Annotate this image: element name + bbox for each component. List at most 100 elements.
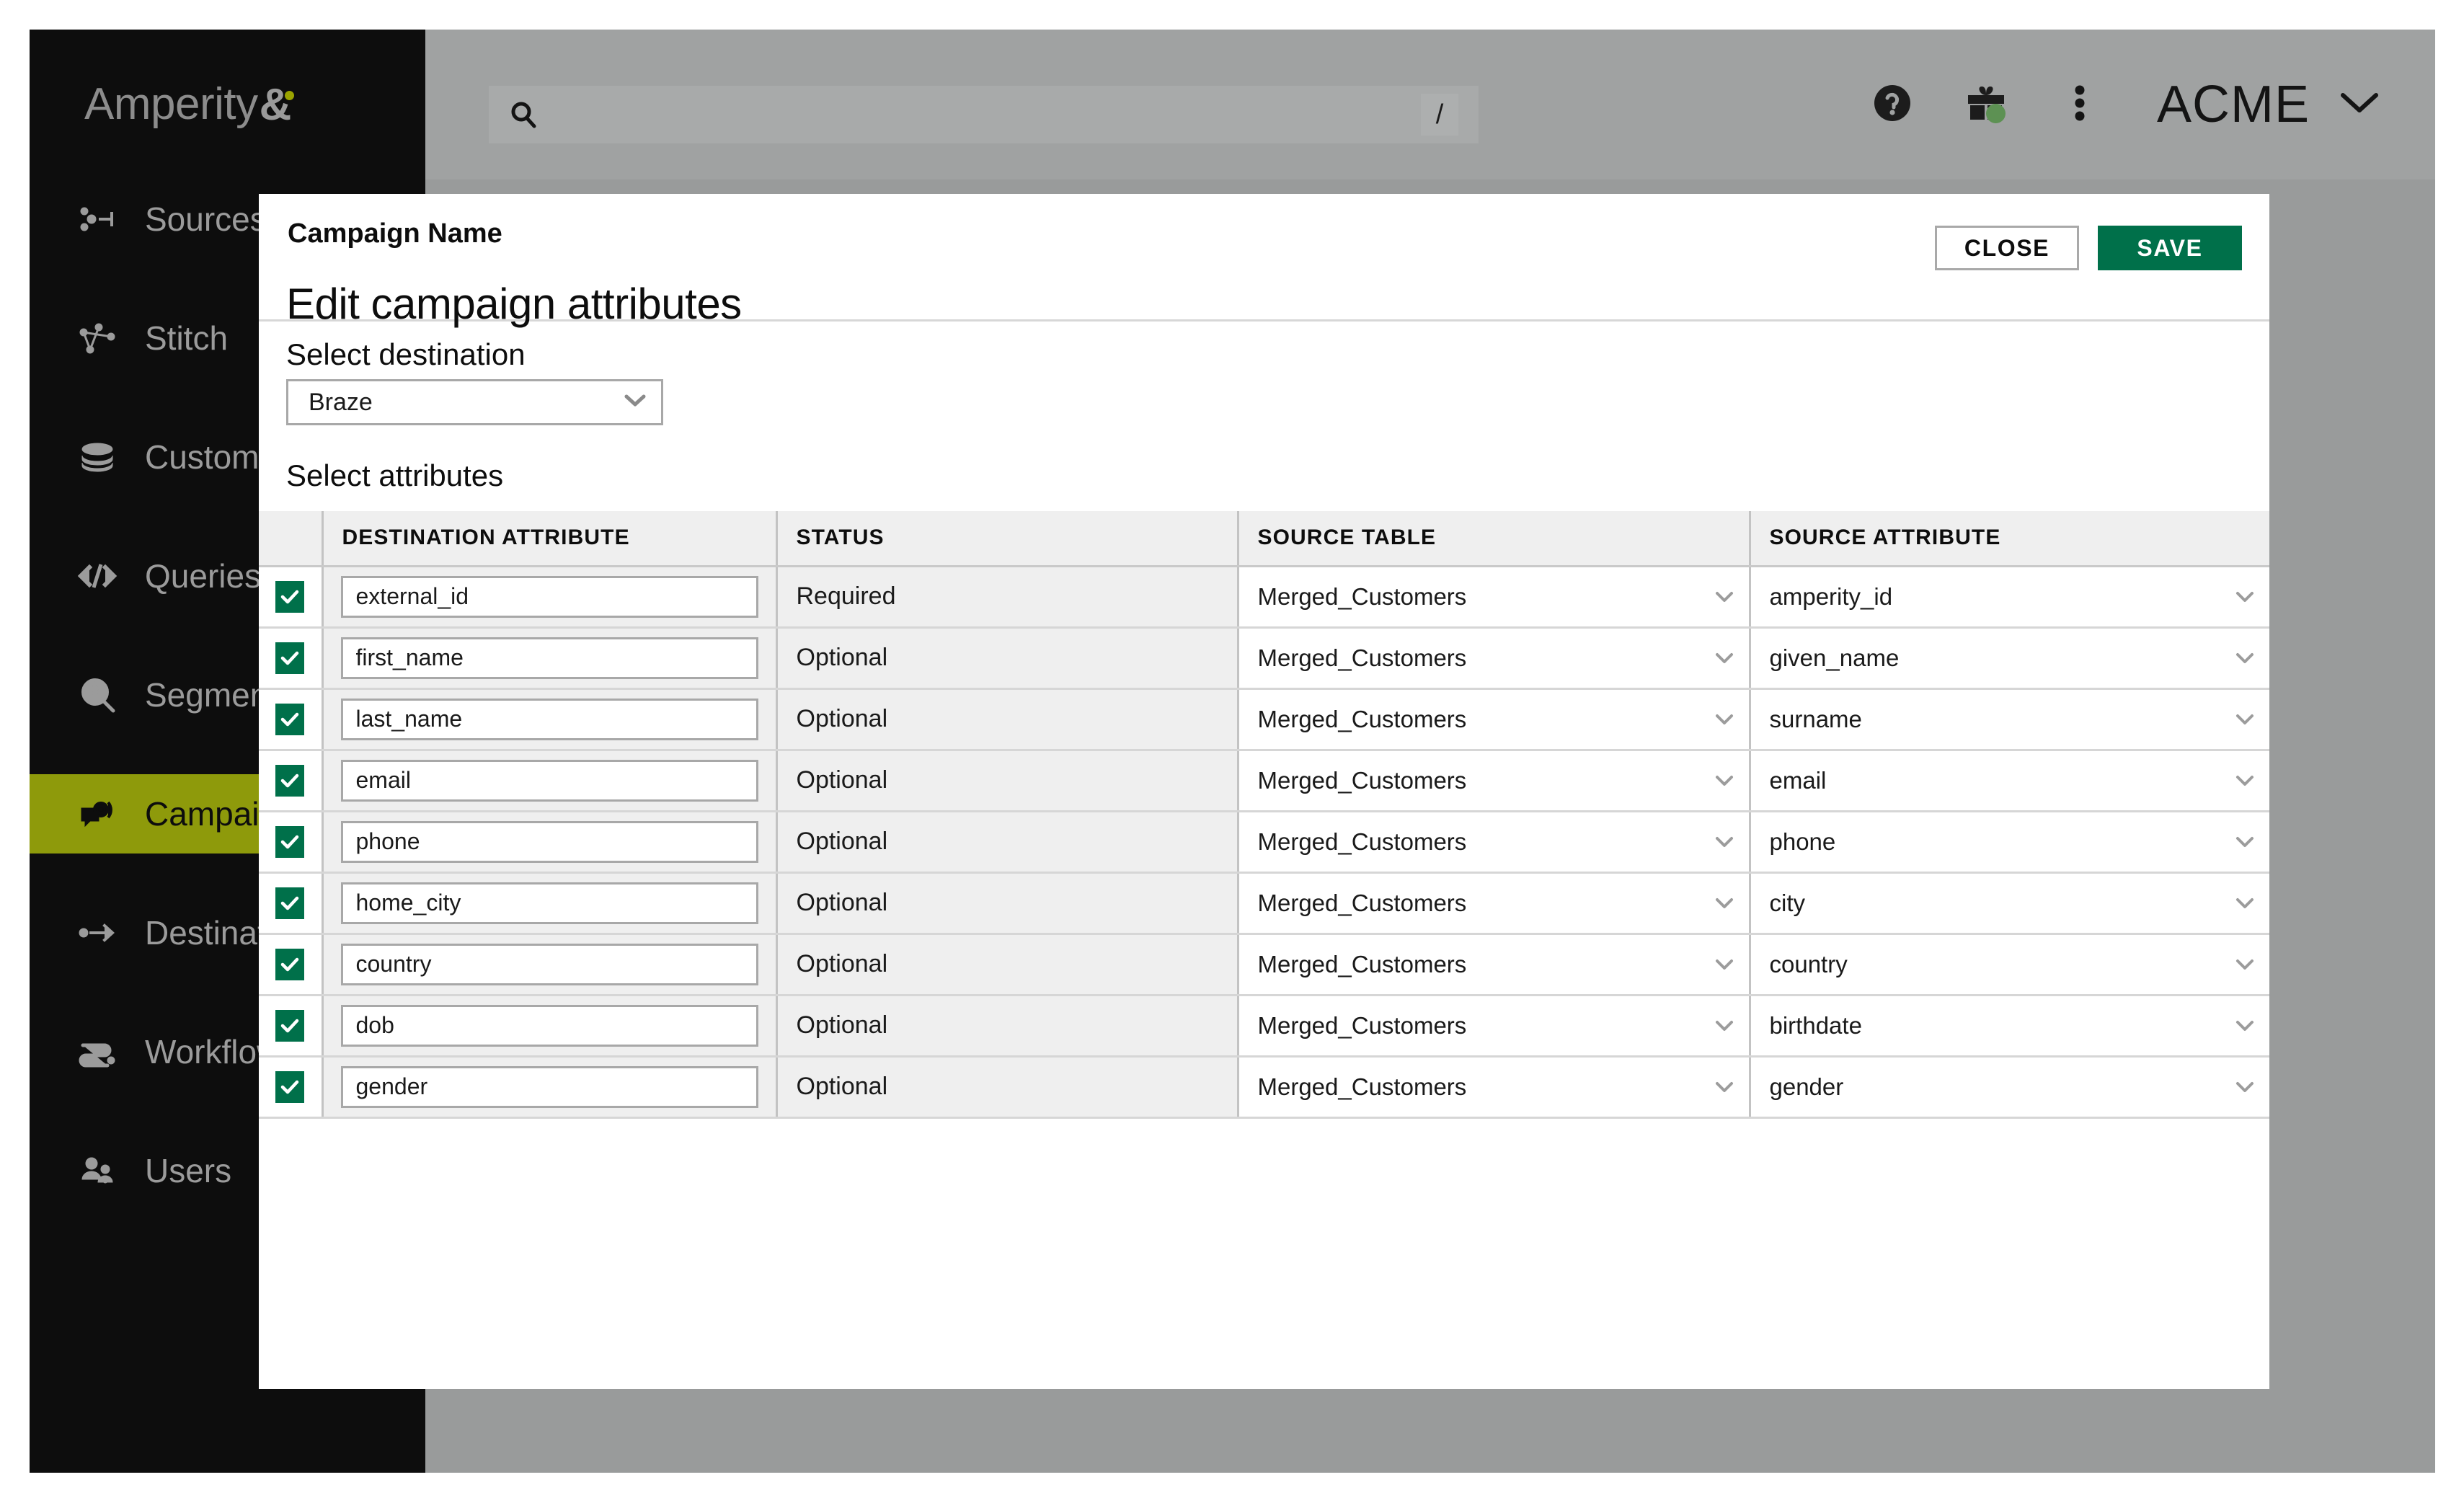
status-cell: Optional bbox=[775, 995, 1238, 1058]
destination-attribute-cell bbox=[321, 811, 776, 874]
chevron-down-icon bbox=[2235, 897, 2255, 910]
source-table-select[interactable]: Merged_Customers bbox=[1258, 567, 1734, 626]
attribute-checkbox[interactable] bbox=[275, 1070, 305, 1103]
source-table-cell[interactable]: Merged_Customers bbox=[1236, 811, 1750, 874]
source-table-cell[interactable]: Merged_Customers bbox=[1236, 627, 1750, 690]
table-row: Optional Merged_Customers email bbox=[259, 750, 2269, 812]
campaigns-icon bbox=[77, 794, 118, 834]
source-table-select[interactable]: Merged_Customers bbox=[1258, 1058, 1734, 1117]
source-attribute-cell[interactable]: gender bbox=[1748, 1056, 2269, 1119]
chevron-down-icon bbox=[624, 394, 647, 412]
source-attribute-value: amperity_id bbox=[1769, 582, 1893, 610]
destination-attribute-input[interactable] bbox=[340, 759, 758, 802]
source-table-select[interactable]: Merged_Customers bbox=[1258, 690, 1734, 749]
account-menu[interactable]: ACME bbox=[2127, 30, 2402, 179]
column-header-source-table: SOURCE TABLE bbox=[1236, 511, 1750, 567]
select-destination-label: Select destination bbox=[286, 337, 526, 371]
source-attribute-value: phone bbox=[1769, 828, 1836, 855]
source-table-cell[interactable]: Merged_Customers bbox=[1236, 995, 1750, 1058]
source-table-select[interactable]: Merged_Customers bbox=[1258, 935, 1734, 994]
save-button[interactable]: SAVE bbox=[2098, 226, 2242, 270]
row-checkbox-cell bbox=[259, 627, 322, 690]
destination-attribute-input[interactable] bbox=[340, 1004, 758, 1047]
destination-attribute-input[interactable] bbox=[340, 1065, 758, 1108]
attribute-checkbox[interactable] bbox=[275, 703, 305, 735]
source-table-value: Merged_Customers bbox=[1257, 1073, 1467, 1100]
queries-icon bbox=[77, 556, 118, 596]
help-button[interactable] bbox=[1845, 30, 1939, 179]
destination-attribute-cell bbox=[321, 688, 776, 751]
topbar-actions: ACME bbox=[1845, 30, 2402, 179]
gifts-button[interactable] bbox=[1939, 30, 2033, 179]
source-attribute-cell[interactable]: birthdate bbox=[1748, 995, 2269, 1058]
source-table-cell[interactable]: Merged_Customers bbox=[1236, 750, 1750, 812]
destination-attribute-cell bbox=[321, 1056, 776, 1119]
attribute-checkbox[interactable] bbox=[275, 948, 305, 980]
source-attribute-select[interactable]: city bbox=[1770, 874, 2256, 933]
source-attribute-select[interactable]: given_name bbox=[1770, 629, 2256, 688]
source-attribute-select[interactable]: birthdate bbox=[1770, 996, 2256, 1055]
attribute-checkbox[interactable] bbox=[275, 642, 305, 674]
source-table-value: Merged_Customers bbox=[1257, 582, 1467, 610]
source-attribute-cell[interactable]: amperity_id bbox=[1748, 566, 2269, 629]
source-table-select[interactable]: Merged_Customers bbox=[1258, 996, 1734, 1055]
source-table-cell[interactable]: Merged_Customers bbox=[1236, 872, 1750, 935]
top-bar: / ACME bbox=[425, 30, 2435, 179]
chevron-down-icon bbox=[2235, 958, 2255, 971]
source-attribute-cell[interactable]: country bbox=[1748, 934, 2269, 996]
source-table-select[interactable]: Merged_Customers bbox=[1258, 629, 1734, 688]
attribute-checkbox[interactable] bbox=[275, 764, 305, 797]
destination-attribute-input[interactable] bbox=[340, 820, 758, 863]
chevron-down-icon bbox=[2235, 713, 2255, 726]
source-table-select[interactable]: Merged_Customers bbox=[1258, 751, 1734, 810]
destination-attribute-input[interactable] bbox=[340, 637, 758, 679]
destination-attribute-input[interactable] bbox=[340, 882, 758, 924]
row-checkbox-cell bbox=[259, 872, 322, 935]
status-cell: Optional bbox=[775, 811, 1238, 874]
source-attribute-cell[interactable]: city bbox=[1748, 872, 2269, 935]
source-attribute-select[interactable]: surname bbox=[1770, 690, 2256, 749]
attribute-checkbox[interactable] bbox=[275, 887, 305, 919]
stitch-icon bbox=[77, 318, 118, 358]
row-checkbox-cell bbox=[259, 1056, 322, 1119]
source-attribute-cell[interactable]: given_name bbox=[1748, 627, 2269, 690]
users-icon bbox=[77, 1150, 118, 1191]
column-header-status: STATUS bbox=[775, 511, 1238, 567]
close-button[interactable]: CLOSE bbox=[1935, 226, 2079, 270]
source-attribute-select[interactable]: email bbox=[1770, 751, 2256, 810]
destination-select[interactable]: Braze bbox=[286, 379, 663, 425]
attribute-checkbox[interactable] bbox=[275, 1009, 305, 1042]
table-row: Optional Merged_Customers birthdate bbox=[259, 995, 2269, 1058]
source-attribute-select[interactable]: country bbox=[1770, 935, 2256, 994]
chevron-down-icon bbox=[1714, 1081, 1734, 1094]
search-bar[interactable]: / bbox=[489, 86, 1479, 143]
destination-attribute-input[interactable] bbox=[340, 943, 758, 985]
more-options-button[interactable] bbox=[2033, 30, 2127, 179]
source-attribute-cell[interactable]: email bbox=[1748, 750, 2269, 812]
source-attribute-select[interactable]: gender bbox=[1770, 1058, 2256, 1117]
source-attribute-select[interactable]: amperity_id bbox=[1770, 567, 2256, 626]
source-table-select[interactable]: Merged_Customers bbox=[1258, 812, 1734, 872]
source-table-select[interactable]: Merged_Customers bbox=[1258, 874, 1734, 933]
destination-attribute-input[interactable] bbox=[340, 575, 758, 618]
source-attribute-cell[interactable]: surname bbox=[1748, 688, 2269, 751]
brand-logo[interactable]: Amperity & bbox=[30, 30, 425, 179]
attribute-checkbox[interactable] bbox=[275, 825, 305, 858]
destination-attribute-input[interactable] bbox=[340, 698, 758, 740]
chevron-down-icon bbox=[2235, 590, 2255, 603]
attribute-checkbox[interactable] bbox=[275, 580, 305, 613]
search-input[interactable] bbox=[554, 99, 1421, 130]
table-row: Optional Merged_Customers surname bbox=[259, 688, 2269, 751]
source-table-value: Merged_Customers bbox=[1257, 828, 1467, 855]
source-table-cell[interactable]: Merged_Customers bbox=[1236, 688, 1750, 751]
modal-header: Campaign Name Edit campaign attributes C… bbox=[259, 194, 2269, 328]
source-attribute-cell[interactable]: phone bbox=[1748, 811, 2269, 874]
search-icon bbox=[509, 100, 538, 129]
source-table-cell[interactable]: Merged_Customers bbox=[1236, 566, 1750, 629]
source-table-cell[interactable]: Merged_Customers bbox=[1236, 934, 1750, 996]
chevron-down-icon bbox=[1714, 590, 1734, 603]
chevron-down-icon bbox=[1714, 1019, 1734, 1032]
sidebar-item-label: Users bbox=[145, 1152, 232, 1189]
source-attribute-select[interactable]: phone bbox=[1770, 812, 2256, 872]
source-table-cell[interactable]: Merged_Customers bbox=[1236, 1056, 1750, 1119]
